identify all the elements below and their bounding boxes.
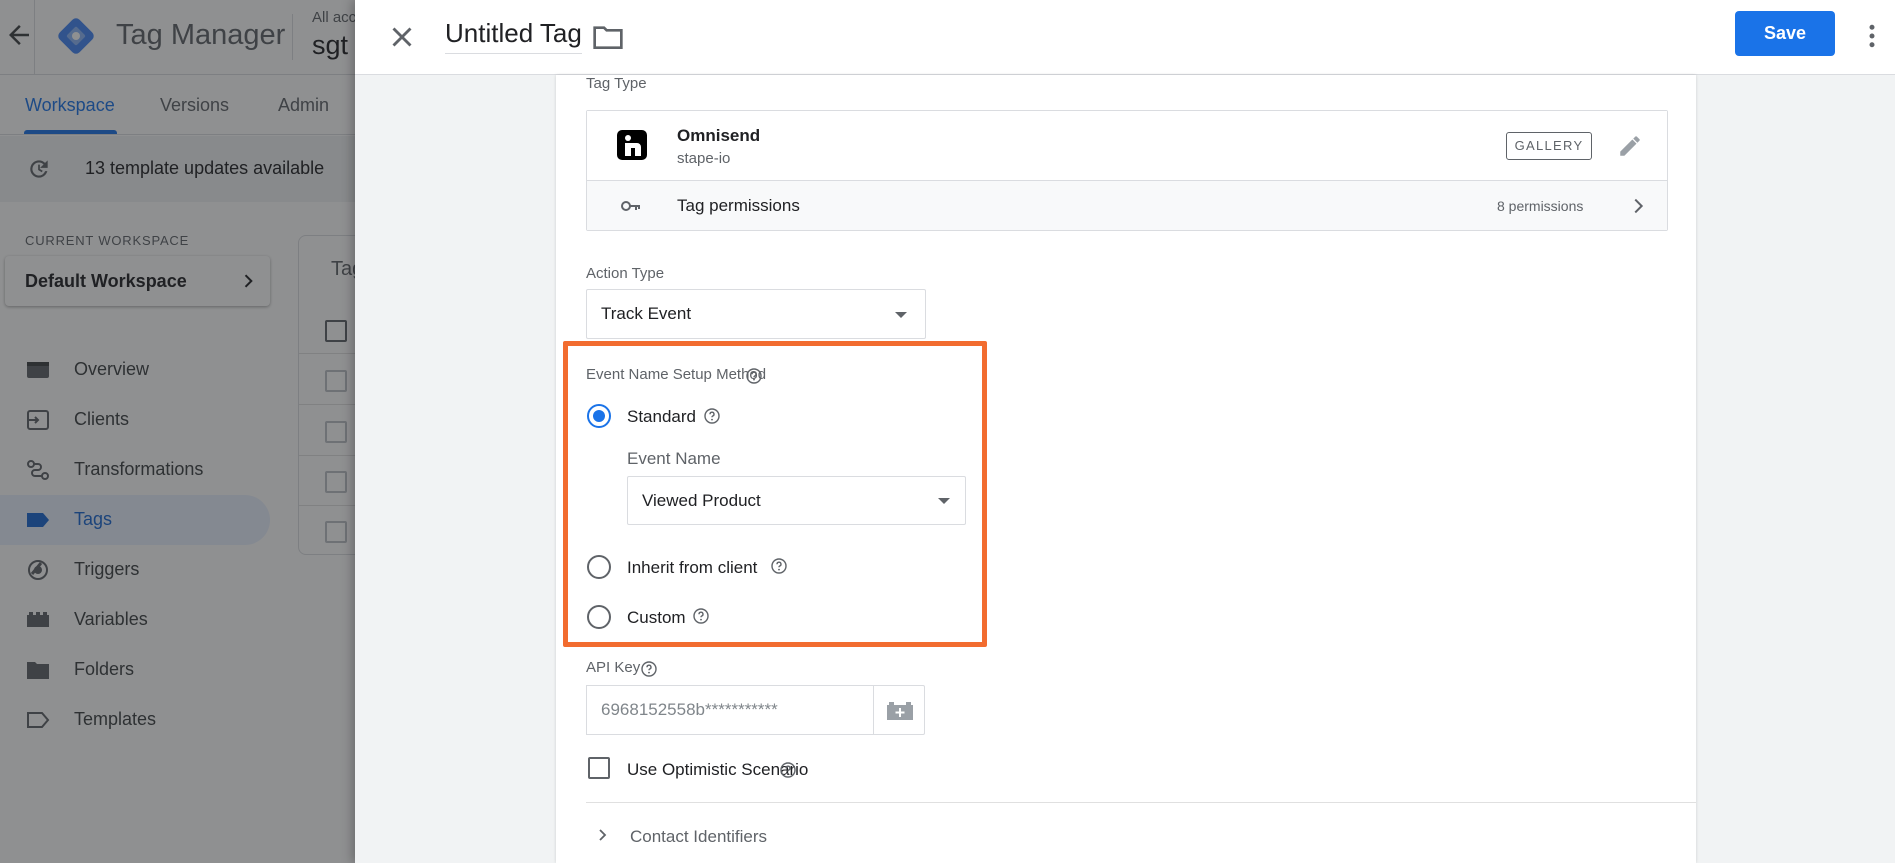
dropdown-arrow-icon [938,498,950,504]
tag-template-name: Omnisend [677,126,761,145]
help-icon[interactable] [704,408,720,424]
tag-type-card: Omnisend stape-io GALLERY Tag permission… [586,110,1668,231]
api-key-label: API Key [586,659,641,676]
radio-inherit-label[interactable]: Inherit from client [627,558,757,578]
action-type-value: Track Event [601,304,692,323]
panel-header: Untitled Tag Save [355,0,1895,75]
event-name-value: Viewed Product [642,491,761,510]
tag-permissions-label: Tag permissions [677,196,800,215]
section-divider [586,802,1696,803]
omnisend-logo-icon [617,130,647,160]
gallery-badge: GALLERY [1506,132,1592,160]
optimistic-scenario-checkbox[interactable] [588,757,610,779]
radio-standard-label[interactable]: Standard [627,407,696,427]
tag-template-author: stape-io [677,150,731,167]
chevron-right-icon[interactable] [596,828,610,842]
action-type-label: Action Type [586,265,665,282]
radio-custom-label[interactable]: Custom [627,608,686,628]
help-icon[interactable] [641,661,657,677]
tag-type-label: Tag Type [586,75,647,92]
more-vert-icon[interactable] [1857,20,1887,52]
tag-name-input[interactable]: Untitled Tag [445,18,582,54]
tag-configuration: Tag Type Omnisend stape-io GALLERY Tag p… [556,75,1696,863]
radio-inherit-from-client[interactable] [587,555,611,579]
api-key-input[interactable]: 6968152558b*********** [586,685,874,735]
radio-custom[interactable] [587,605,611,629]
save-button[interactable]: Save [1735,11,1835,56]
help-icon[interactable] [693,608,709,624]
help-icon[interactable] [771,558,787,574]
folder-icon[interactable] [592,22,624,52]
event-setup-method-label: Event Name Setup Method [586,366,767,383]
action-type-select[interactable]: Track Event [586,289,926,339]
tag-editor-panel: Untitled Tag Save Tag Type Omnisend stap… [355,0,1895,863]
insert-variable-button[interactable] [873,685,925,735]
tag-permissions-row[interactable]: Tag permissions 8 permissions [587,180,1667,230]
contact-identifiers-section[interactable]: Contact Identifiers [630,827,767,847]
chevron-right-icon [1634,198,1644,214]
event-name-select[interactable]: Viewed Product [627,476,966,525]
help-icon[interactable] [746,368,762,384]
edit-pencil-icon[interactable] [1617,133,1643,159]
event-name-label: Event Name [627,449,721,468]
dropdown-arrow-icon [895,312,907,318]
tag-type-row[interactable]: Omnisend stape-io GALLERY [587,111,1667,180]
key-icon [621,201,640,211]
api-key-value: 6968152558b*********** [601,700,778,719]
radio-standard[interactable] [587,404,611,428]
permissions-count: 8 permissions [1497,198,1584,214]
add-variable-icon [887,702,913,720]
close-icon[interactable] [385,20,419,54]
help-icon[interactable] [780,762,796,778]
